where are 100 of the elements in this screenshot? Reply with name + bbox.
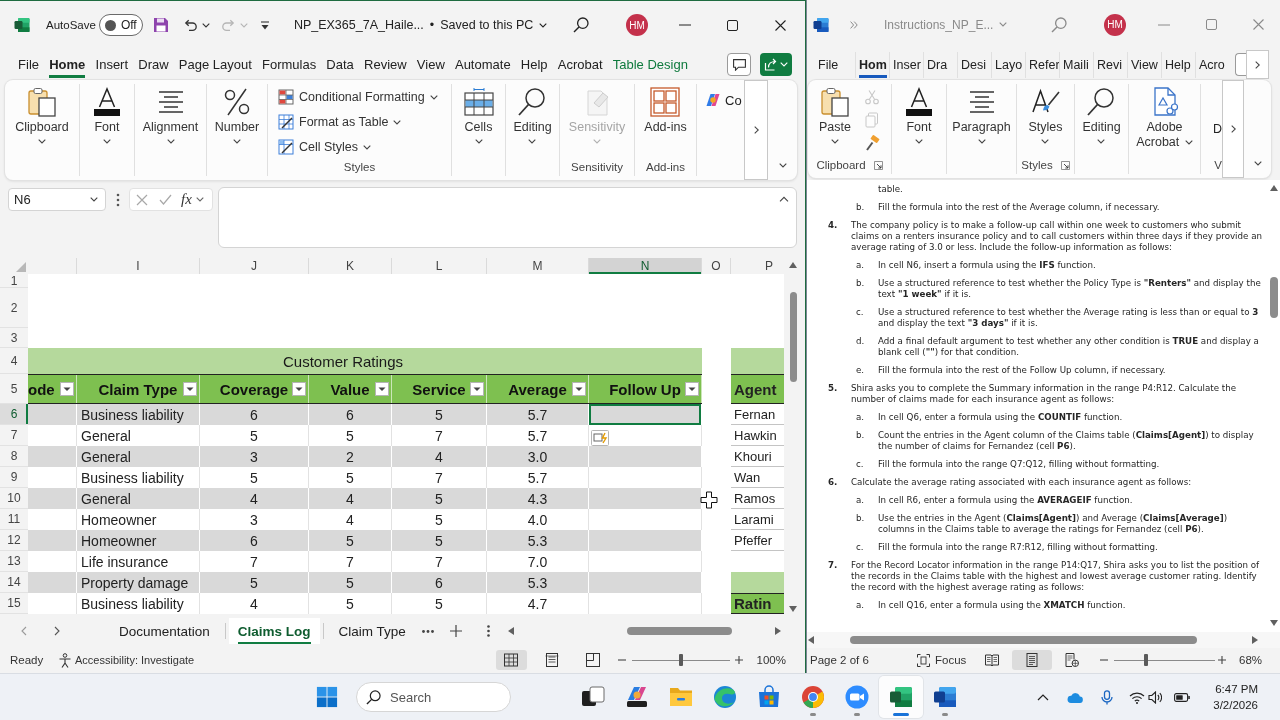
caret-icon[interactable] bbox=[1253, 161, 1262, 166]
wifi-icon[interactable] bbox=[1129, 690, 1145, 704]
scrollbar-thumb[interactable] bbox=[626, 627, 732, 635]
menu-tab[interactable]: Desi bbox=[957, 51, 991, 78]
clock-date[interactable]: 3/2/2026 bbox=[1204, 697, 1258, 713]
scroll-right-icon[interactable] bbox=[774, 627, 781, 635]
focus-button[interactable]: Focus bbox=[917, 653, 972, 667]
slider-thumb[interactable] bbox=[678, 654, 683, 666]
chevron-right-icon[interactable] bbox=[753, 126, 759, 134]
caret-up-icon[interactable] bbox=[779, 196, 789, 202]
filter-dropdown-icon[interactable] bbox=[685, 382, 699, 396]
close-icon[interactable] bbox=[775, 19, 786, 31]
scroll-down-icon[interactable] bbox=[1270, 620, 1278, 626]
check-icon[interactable] bbox=[159, 194, 172, 205]
more-icon[interactable] bbox=[116, 193, 120, 207]
app-logo-icon[interactable] bbox=[933, 685, 957, 709]
column-header[interactable]: P bbox=[731, 258, 784, 274]
zoom-level[interactable]: 100% bbox=[756, 654, 786, 666]
avatar[interactable]: HM bbox=[626, 14, 648, 36]
caret-icon[interactable] bbox=[474, 139, 483, 144]
menu-tab[interactable]: Inser bbox=[889, 51, 923, 78]
ribbon-button[interactable]: Conditional Formatting bbox=[278, 86, 451, 108]
caret-icon[interactable] bbox=[166, 139, 175, 144]
table-format-icon[interactable] bbox=[278, 114, 294, 130]
font-color-icon[interactable] bbox=[903, 86, 935, 118]
ribbon-button[interactable]: Cells bbox=[462, 86, 495, 144]
ribbon-button[interactable]: Font bbox=[91, 86, 123, 144]
menu-tab[interactable]: Review bbox=[358, 51, 412, 78]
view-button[interactable] bbox=[1012, 650, 1052, 670]
sheet-tab[interactable]: Documentation bbox=[107, 618, 222, 644]
comments-button[interactable] bbox=[727, 53, 751, 76]
caret-icon[interactable] bbox=[1184, 140, 1193, 146]
menu-tab[interactable]: Automate bbox=[449, 51, 516, 78]
menu-tab[interactable]: Insert bbox=[90, 51, 134, 78]
menu-tab[interactable]: Page Layout bbox=[173, 51, 257, 78]
accessibility-button[interactable]: Accessibility: Investigate bbox=[58, 652, 195, 668]
caret-icon[interactable] bbox=[363, 144, 372, 150]
search-field[interactable]: Search bbox=[356, 682, 511, 712]
caret-icon[interactable] bbox=[90, 197, 98, 202]
menu-tab[interactable]: Draw bbox=[133, 51, 174, 78]
caret-icon[interactable] bbox=[1097, 139, 1106, 144]
add-sheet-icon[interactable] bbox=[449, 625, 462, 637]
menu-tab[interactable]: Acrobat bbox=[552, 51, 608, 78]
insert-function-button[interactable]: fx bbox=[181, 191, 192, 208]
ribbon-button[interactable]: Cell Styles bbox=[278, 136, 451, 158]
ribbon-button[interactable]: Paste bbox=[810, 86, 860, 144]
ribbon-button[interactable]: Alignment bbox=[142, 86, 199, 144]
filter-dropdown-icon[interactable] bbox=[375, 382, 389, 396]
menu-tab[interactable]: Data bbox=[321, 51, 359, 78]
menu-tab[interactable]: View bbox=[1127, 51, 1161, 78]
menu-tab[interactable]: Revi bbox=[1093, 51, 1127, 78]
task-view-icon[interactable] bbox=[581, 685, 605, 709]
menu-tab[interactable]: Hom bbox=[855, 51, 889, 78]
zoom-level[interactable]: 68% bbox=[1239, 654, 1263, 666]
caret-icon[interactable] bbox=[539, 22, 548, 28]
cloud-icon[interactable] bbox=[1067, 691, 1083, 703]
ribbon-button[interactable]: Editing bbox=[513, 86, 552, 144]
app-logo-icon[interactable] bbox=[889, 685, 913, 709]
caret-icon[interactable] bbox=[429, 94, 438, 100]
sheet-tab[interactable]: Claims Log bbox=[228, 618, 320, 644]
start-icon[interactable] bbox=[316, 686, 338, 708]
share-button[interactable] bbox=[760, 53, 792, 76]
caret-icon[interactable] bbox=[103, 139, 111, 144]
cells-grid-icon[interactable] bbox=[462, 86, 495, 118]
shopping-bag-icon[interactable] bbox=[757, 685, 781, 709]
avatar[interactable]: HM bbox=[1104, 13, 1126, 36]
save-icon[interactable] bbox=[152, 17, 169, 33]
caret-icon[interactable] bbox=[393, 119, 402, 125]
swirl-logo-icon[interactable] bbox=[705, 92, 721, 108]
ribbon-button[interactable]: Paragraph bbox=[952, 86, 1011, 144]
chevron-right-icon[interactable] bbox=[1255, 60, 1260, 69]
filter-dropdown-icon[interactable] bbox=[292, 382, 306, 396]
ribbon-button[interactable]: Editing bbox=[1082, 86, 1121, 144]
plus-icon[interactable] bbox=[734, 656, 743, 664]
name-box[interactable]: N6 bbox=[8, 188, 106, 211]
minus-icon[interactable] bbox=[617, 659, 626, 661]
plus-icon[interactable] bbox=[1218, 656, 1226, 664]
chevron-right-icon[interactable] bbox=[1230, 125, 1236, 133]
caret-icon[interactable] bbox=[528, 139, 537, 144]
menu-tab[interactable]: Acro bbox=[1195, 51, 1229, 78]
vertical-dots-icon[interactable] bbox=[486, 625, 490, 637]
caret-icon[interactable] bbox=[831, 139, 839, 144]
row-header[interactable]: 6 bbox=[0, 404, 28, 425]
menu-tab[interactable]: View bbox=[411, 51, 450, 78]
ribbon-button[interactable]: D bbox=[1212, 122, 1222, 136]
scroll-left-icon[interactable] bbox=[808, 636, 814, 644]
swirl-app-icon[interactable] bbox=[713, 685, 737, 709]
taskbar-button[interactable] bbox=[879, 676, 923, 718]
app-logo-icon[interactable] bbox=[625, 685, 649, 709]
cell-style-icon[interactable] bbox=[278, 139, 294, 155]
scroll-up-icon[interactable] bbox=[1270, 185, 1278, 191]
clipboard-icon[interactable] bbox=[819, 86, 851, 118]
battery-icon[interactable] bbox=[1174, 692, 1190, 702]
column-header[interactable]: N bbox=[589, 258, 702, 274]
filter-dropdown-icon[interactable] bbox=[572, 382, 586, 396]
sheet-tab[interactable]: Claim Type bbox=[326, 618, 418, 644]
filter-dropdown-icon[interactable] bbox=[183, 382, 197, 396]
caret-icon[interactable] bbox=[778, 163, 787, 168]
ribbon-button[interactable]: Format as Table bbox=[278, 111, 451, 133]
menu-tab[interactable]: Layo bbox=[991, 51, 1025, 78]
